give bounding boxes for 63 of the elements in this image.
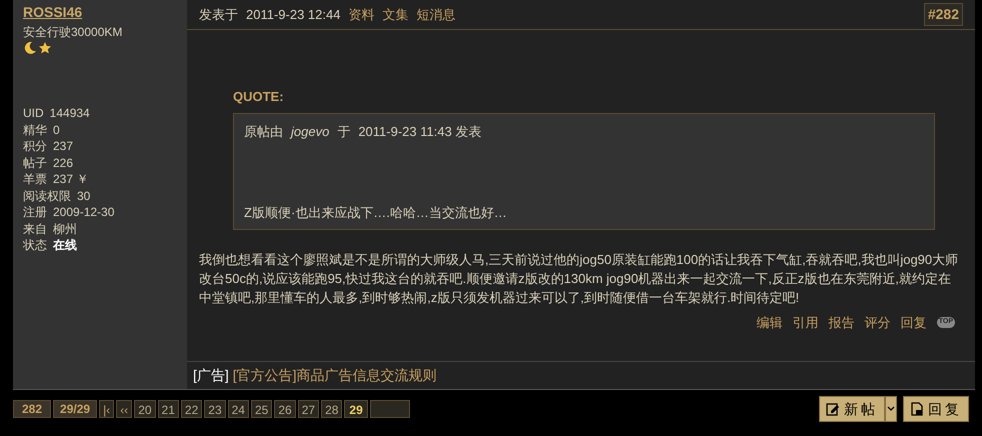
- stat-label: 注册: [23, 204, 47, 220]
- stat-value: 226: [53, 154, 74, 171]
- page-link[interactable]: 21: [158, 400, 179, 418]
- quote-time: 2011-9-23 11:43 发表: [358, 122, 482, 140]
- page-link[interactable]: 29: [344, 400, 368, 418]
- floor-number[interactable]: #282: [924, 3, 963, 26]
- stat-label: 阅读权限: [23, 188, 71, 204]
- stat-label: UID: [23, 105, 44, 122]
- moon-icon: [23, 41, 37, 55]
- post-action-link[interactable]: 报告: [828, 312, 855, 332]
- stat-value: 144934: [50, 105, 90, 122]
- stat-value: 237: [53, 138, 74, 154]
- stat-label: 帖子: [23, 154, 47, 171]
- new-post-button[interactable]: 新帖: [819, 396, 885, 422]
- page-link[interactable]: 22: [180, 400, 202, 418]
- author-rank: 安全行驶30000KM: [23, 24, 124, 41]
- quote-title: QUOTE:: [233, 88, 285, 106]
- stat-label: 精华: [23, 122, 47, 138]
- ad-tag: [广告]: [193, 365, 229, 386]
- page-link[interactable]: 24: [228, 400, 249, 418]
- posted-time: 2011-9-23 12:44: [246, 6, 340, 24]
- page-link[interactable]: 28: [321, 400, 342, 418]
- star-icon: [38, 41, 52, 55]
- reply-button[interactable]: 回复: [903, 396, 969, 422]
- stat-value: 在线: [53, 237, 77, 254]
- stat-value: 30: [77, 188, 90, 204]
- page-link[interactable]: 25: [250, 400, 272, 418]
- page-link[interactable]: 27: [298, 400, 320, 418]
- page-link[interactable]: 20: [134, 400, 156, 418]
- caret-icon: [887, 406, 895, 412]
- page-link[interactable]: 26: [274, 400, 296, 418]
- stat-value: 2009-12-30: [53, 204, 114, 220]
- profile-link[interactable]: 短消息: [416, 4, 456, 24]
- posted-label: 发表于: [199, 6, 238, 24]
- post-action-link[interactable]: 回复: [900, 312, 927, 332]
- stat-label: 积分: [23, 138, 47, 154]
- edit-icon: [826, 402, 840, 416]
- stat-value: 0: [53, 122, 60, 138]
- post-count: 282: [13, 400, 52, 418]
- stat-label: 状态: [23, 237, 47, 254]
- author-name[interactable]: ROSSI46: [23, 2, 187, 23]
- post-body: 我倒也想看看这个廖照斌是不是所谓的大师级人马,三天前说过他的jog50原装缸能跑100的话让我吞下气缸,吞就吞吧,我也叫jog90大师改台50c的,说应该能跑95,快过我这台的就吞吧.顺便邀请z版改的130km jog90机器出来一起交流一下,反正z版也在东莞附近,就约定在中堂镇吧,那里懂车的人最多,到时够热闹,z版只须发机器过来可以了,到时随便借一台车架就行.时间待定吧!: [198, 250, 960, 306]
- document-icon: [910, 402, 924, 416]
- profile-link[interactable]: 资料: [348, 4, 374, 24]
- quote-text: Z版顺便·也出来应战下….哈哈…当交流也好…: [244, 204, 508, 222]
- page-link[interactable]: 23: [204, 400, 226, 418]
- first-page-button[interactable]: |‹: [99, 400, 114, 418]
- post-action-link[interactable]: 评分: [864, 312, 891, 332]
- stat-value: 柳州: [53, 220, 77, 237]
- profile-link[interactable]: 文集: [382, 4, 408, 24]
- page-count: 29/29: [53, 400, 98, 418]
- post-action-link[interactable]: 编辑: [756, 312, 783, 332]
- quote-prefix: 原帖由: [244, 122, 283, 140]
- stat-value: 237 ￥: [53, 171, 88, 188]
- stat-label: 羊票: [23, 171, 47, 188]
- dropdown-caret-button[interactable]: [885, 396, 897, 422]
- page-input[interactable]: [370, 400, 410, 418]
- quote-author: jogevo: [291, 122, 330, 141]
- quote-mid: 于: [337, 122, 350, 140]
- stat-label: 来自: [23, 220, 47, 237]
- previous-page-button[interactable]: ‹‹: [116, 400, 132, 418]
- ad-link[interactable]: [官方公告]商品广告信息交流规则: [232, 365, 437, 386]
- post-action-link[interactable]: 引用: [792, 312, 819, 332]
